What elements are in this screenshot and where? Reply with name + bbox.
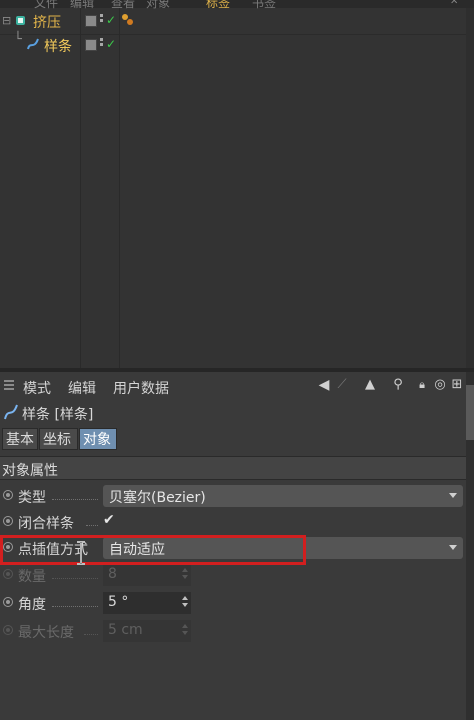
tree-expand-icon[interactable]: ⊟	[2, 14, 11, 27]
chevron-down-icon	[449, 493, 457, 498]
property-label: 类型	[18, 490, 46, 506]
animate-radio-icon	[3, 625, 13, 635]
animate-radio-icon[interactable]	[3, 597, 13, 607]
object-row-spline[interactable]: └ 样条 ✓	[0, 32, 466, 56]
target-icon[interactable]: ◎	[432, 377, 448, 393]
field-value: 5 °	[108, 594, 129, 610]
new-panel-icon[interactable]: ⊞	[450, 377, 464, 393]
panel-menu-icon[interactable]	[4, 380, 14, 390]
field-value: 8	[108, 566, 117, 582]
menu-user-data[interactable]: 用户数据	[113, 378, 169, 398]
spinner-icon	[182, 624, 188, 638]
object-manager-menubar: 文件 编辑 查看 对象 标签 书签 ✕	[0, 0, 474, 11]
dotted-leader	[84, 633, 98, 635]
chevron-down-icon	[449, 545, 457, 550]
extrude-object-icon	[16, 16, 25, 25]
spinner-icon[interactable]	[182, 596, 188, 610]
property-label: 数量	[18, 569, 46, 585]
tree-branch-line: └	[14, 32, 22, 47]
max-length-field: 5 cm	[103, 620, 191, 642]
search-icon[interactable]: ⚲	[390, 377, 406, 393]
highlight-annotation	[0, 535, 306, 565]
back-arrow-icon[interactable]: ◀	[316, 377, 332, 393]
tab-coordinates[interactable]: 坐标	[39, 428, 78, 450]
property-label: 闭合样条	[18, 516, 74, 532]
animate-radio-icon[interactable]	[3, 490, 13, 500]
up-arrow-icon[interactable]: ▲	[362, 377, 378, 393]
layer-swatch-icon[interactable]	[85, 15, 97, 27]
property-number: 数量 8	[0, 564, 466, 586]
property-label: 最大长度	[18, 625, 74, 641]
spline-object-icon	[4, 404, 18, 420]
column-divider	[80, 8, 81, 368]
object-name[interactable]: 样条	[44, 36, 72, 56]
property-type: 类型 贝塞尔(Bezier)	[0, 485, 466, 507]
menu-object[interactable]: 对象	[146, 0, 170, 11]
property-max-length: 最大长度 5 cm	[0, 620, 466, 642]
closed-spline-checkbox[interactable]: ✔	[103, 512, 115, 528]
enable-check-icon[interactable]: ✓	[106, 37, 116, 51]
dotted-leader	[86, 524, 98, 526]
object-row-extrude[interactable]: ⊟ 挤压 ✓	[0, 12, 466, 32]
field-value: 5 cm	[108, 622, 143, 638]
menu-edit[interactable]: 编辑	[68, 378, 96, 398]
object-title: 样条 [样条]	[22, 407, 94, 423]
animate-radio-icon[interactable]	[3, 516, 13, 526]
property-angle: 角度 5 °	[0, 592, 466, 614]
number-field: 8	[103, 564, 191, 586]
column-divider	[119, 8, 120, 368]
menu-mode[interactable]: 模式	[23, 378, 51, 398]
menu-edit[interactable]: 编辑	[70, 0, 94, 11]
visibility-dots-icon[interactable]	[100, 38, 104, 48]
property-label: 角度	[18, 597, 46, 613]
menu-file[interactable]: 文件	[34, 0, 58, 11]
tab-basic[interactable]: 基本	[2, 428, 38, 450]
angle-field[interactable]: 5 °	[103, 592, 191, 614]
spline-object-icon	[27, 38, 39, 50]
section-header[interactable]: 对象属性	[0, 456, 466, 480]
history-icon[interactable]: ⟋	[332, 377, 352, 393]
type-dropdown[interactable]: 贝塞尔(Bezier)	[103, 485, 463, 507]
object-name[interactable]: 挤压	[33, 12, 61, 32]
attribute-menubar: 模式 编辑 用户数据 ◀ ⟋ ▲ ⚲ 🔒︎ ◎ ⊞	[0, 372, 466, 400]
lock-icon[interactable]: 🔒︎	[414, 377, 430, 393]
dotted-leader	[52, 498, 98, 500]
menu-view[interactable]: 查看	[111, 0, 135, 11]
enable-check-icon[interactable]: ✓	[106, 13, 116, 27]
spinner-icon	[182, 568, 188, 582]
divider	[0, 34, 474, 35]
object-manager-scrollbar[interactable]	[466, 8, 474, 368]
tab-object[interactable]: 对象	[79, 428, 117, 450]
object-title-row: 样条 [样条]	[0, 402, 466, 424]
section-title: 对象属性	[2, 463, 58, 479]
visibility-dots-icon[interactable]	[100, 14, 104, 24]
panel-options-icon[interactable]: ✕	[450, 0, 460, 7]
dropdown-value: 贝塞尔(Bezier)	[109, 490, 206, 506]
animate-radio-icon	[3, 569, 13, 579]
menu-bookmarks[interactable]: 书签	[252, 0, 276, 11]
dotted-leader	[52, 605, 98, 607]
menu-tags[interactable]: 标签	[206, 0, 230, 11]
dotted-leader	[52, 577, 98, 579]
phong-tag-icon[interactable]	[122, 14, 134, 26]
text-cursor-icon	[77, 541, 85, 565]
property-closed-spline: 闭合样条 ✔	[0, 511, 466, 533]
layer-swatch-icon[interactable]	[85, 39, 97, 51]
scrollbar-thumb[interactable]	[466, 385, 474, 440]
